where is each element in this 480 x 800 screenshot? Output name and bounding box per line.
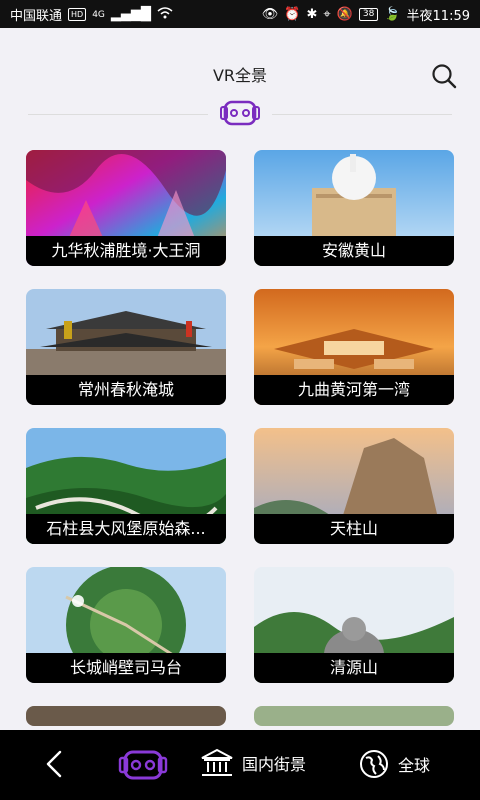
carrier-name: 中国联通 — [10, 9, 63, 24]
leaf-icon: 🍃 — [384, 7, 401, 22]
museum-icon — [201, 748, 233, 776]
bluetooth-icon: ✱ — [306, 7, 318, 22]
card-label: 九曲黄河第一湾 — [254, 375, 454, 405]
card-label: 石柱县大风堡原始森... — [26, 514, 226, 544]
alarm-icon: ⏰ — [284, 7, 301, 22]
vr-card[interactable]: 长城峭壁司马台 — [26, 567, 226, 683]
partial-card-image — [26, 706, 226, 726]
vr-card[interactable]: 安徽黄山 — [254, 150, 454, 266]
vr-headset-icon[interactable] — [118, 744, 168, 784]
vr-card[interactable]: 石柱县大风堡原始森... — [26, 428, 226, 544]
divider-left — [28, 114, 208, 115]
global-label: 全球 — [398, 756, 431, 775]
network-type: 4G — [92, 9, 105, 20]
vr-headset-icon — [220, 100, 260, 126]
divider-right — [272, 114, 452, 115]
vr-card[interactable]: 天柱山 — [254, 428, 454, 544]
vr-card[interactable]: 常州春秋淹城 — [26, 289, 226, 405]
card-label: 常州春秋淹城 — [26, 375, 226, 405]
card-label: 清源山 — [254, 653, 454, 683]
vr-card[interactable]: 清源山 — [254, 567, 454, 683]
domestic-street-view-button[interactable]: 国内街景 — [200, 748, 306, 778]
vr-card[interactable]: 九曲黄河第一湾 — [254, 289, 454, 405]
clock-time: 半夜11:59 — [406, 9, 470, 24]
header: VR全景 — [0, 28, 480, 126]
globe-icon — [360, 750, 388, 778]
signal-icon: ▂▄▆█ — [110, 7, 151, 22]
bottom-nav: 国内街景 全球 — [0, 730, 480, 800]
page-title: VR全景 — [212, 66, 268, 85]
mute-icon: 🔕 — [336, 7, 353, 22]
card-label: 长城峭壁司马台 — [26, 653, 226, 683]
vr-card[interactable] — [26, 706, 226, 726]
eye-icon: 👁 — [261, 7, 279, 22]
location-icon: ⌖ — [323, 7, 331, 22]
card-label: 九华秋浦胜境·大王洞 — [26, 236, 226, 266]
vr-card[interactable]: 九华秋浦胜境·大王洞 — [26, 150, 226, 266]
battery-indicator: 38 — [358, 8, 379, 21]
global-button[interactable]: 全球 — [358, 748, 430, 780]
hd-badge: HD — [68, 8, 87, 21]
partial-card-image — [254, 706, 454, 726]
status-bar: 中国联通 HD 4G ▂▄▆█ 👁 ⏰ ✱ ⌖ 🔕 38 🍃 半夜11:59 — [0, 0, 480, 28]
domestic-label: 国内街景 — [242, 755, 307, 774]
card-label: 安徽黄山 — [254, 236, 454, 266]
back-chevron-icon[interactable] — [38, 748, 70, 780]
card-label: 天柱山 — [254, 514, 454, 544]
wifi-icon — [157, 6, 173, 23]
search-icon[interactable] — [430, 62, 458, 90]
vr-card[interactable] — [254, 706, 454, 726]
